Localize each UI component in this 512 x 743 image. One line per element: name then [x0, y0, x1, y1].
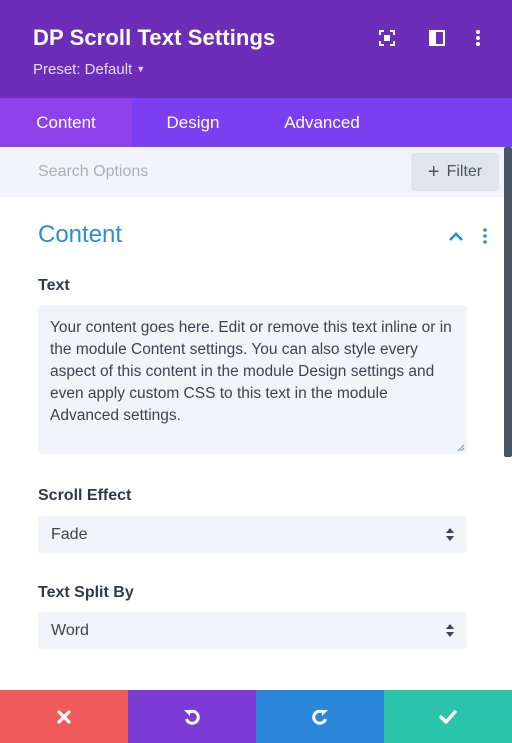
settings-header: DP Scroll Text Settings Preset: Default ▼	[0, 0, 512, 98]
text-value: Your content goes here. Edit or remove t…	[50, 319, 452, 424]
resize-handle-icon[interactable]	[456, 443, 465, 452]
action-bar	[0, 690, 512, 743]
more-vertical-icon[interactable]	[468, 28, 488, 48]
undo-icon	[184, 709, 200, 725]
tab-advanced[interactable]: Advanced	[254, 98, 390, 147]
text-split-by-label: Text Split By	[38, 584, 134, 601]
scroll-effect-select[interactable]: Fade	[38, 516, 467, 553]
check-icon	[439, 709, 457, 724]
select-arrows-icon	[446, 528, 454, 541]
preset-label: Preset: Default	[33, 61, 133, 78]
preset-selector[interactable]: Preset: Default ▼	[33, 61, 145, 78]
scrollbar[interactable]	[504, 147, 512, 457]
split-view-icon[interactable]	[427, 28, 447, 48]
scroll-effect-value: Fade	[51, 525, 88, 543]
filter-button[interactable]: + Filter	[411, 153, 499, 191]
tab-content[interactable]: Content	[0, 98, 132, 147]
close-icon	[57, 709, 71, 724]
text-split-by-value: Word	[51, 621, 89, 639]
plus-icon: +	[427, 161, 440, 183]
filter-label: Filter	[446, 163, 483, 180]
section-title: Content	[38, 221, 123, 248]
redo-button[interactable]	[256, 690, 384, 743]
search-input[interactable]	[0, 147, 400, 197]
select-arrows-icon	[446, 624, 454, 637]
text-field-label: Text	[38, 277, 70, 294]
text-split-by-select[interactable]: Word	[38, 612, 467, 649]
modal-title: DP Scroll Text Settings	[33, 25, 276, 50]
chevron-up-icon[interactable]	[447, 229, 465, 243]
save-button[interactable]	[384, 690, 512, 743]
tab-design[interactable]: Design	[132, 98, 254, 147]
caret-down-icon: ▼	[136, 64, 146, 74]
cancel-button[interactable]	[0, 690, 128, 743]
redo-icon	[312, 709, 328, 725]
settings-tabs: Content Design Advanced	[0, 98, 512, 147]
section-menu-icon[interactable]	[480, 227, 490, 245]
focus-icon[interactable]	[377, 28, 397, 48]
undo-button[interactable]	[128, 690, 256, 743]
scroll-effect-label: Scroll Effect	[38, 487, 132, 504]
text-textarea[interactable]: Your content goes here. Edit or remove t…	[38, 305, 467, 454]
